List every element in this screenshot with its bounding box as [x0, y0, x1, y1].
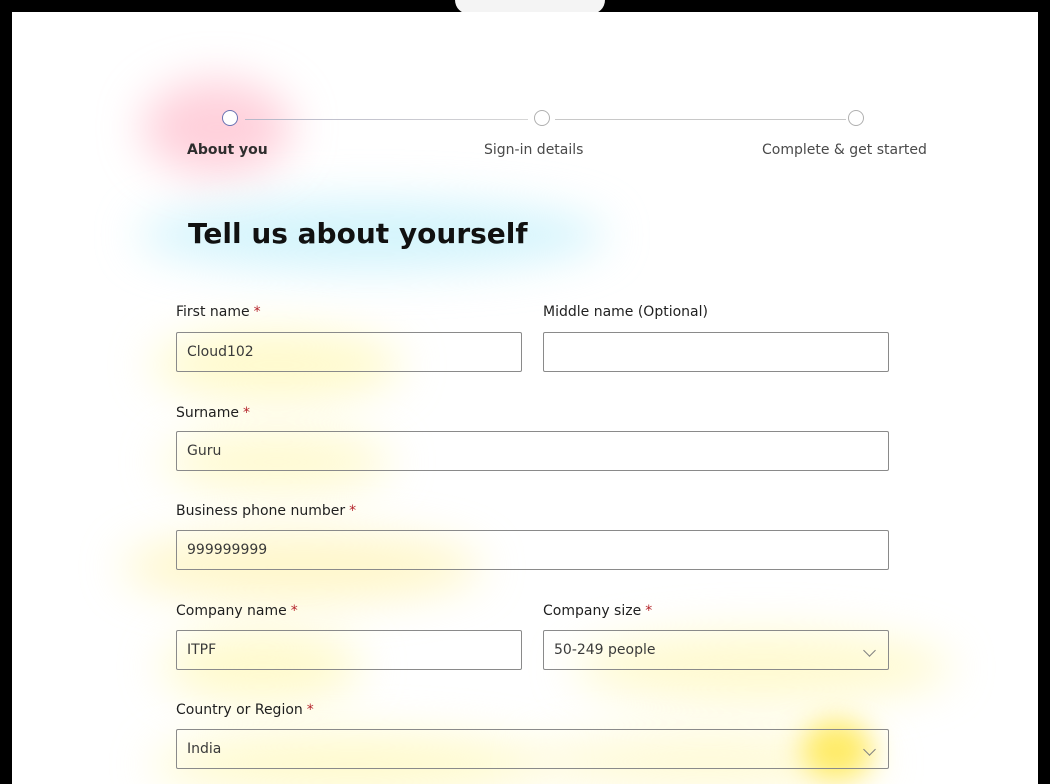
signup-page: About you Sign-in details Complete & get… [12, 12, 1038, 784]
middle-name-label-text: Middle name (Optional) [543, 304, 708, 320]
required-marker: * [645, 603, 653, 619]
step-connector [555, 119, 846, 120]
page-title: Tell us about yourself [188, 217, 528, 250]
country-value: India [187, 741, 222, 757]
company-name-input[interactable]: ITPF [176, 630, 522, 670]
middle-name-label: Middle name (Optional) [543, 304, 708, 320]
company-size-label: Company size * [543, 603, 652, 619]
country-label-text: Country or Region [176, 702, 303, 718]
step-circle-complete [848, 110, 864, 126]
phone-label: Business phone number * [176, 503, 356, 519]
surname-label: Surname * [176, 405, 250, 421]
progress-stepper: About you Sign-in details Complete & get… [12, 12, 1038, 172]
step-label-sign-in: Sign-in details [484, 142, 584, 158]
step-circle-sign-in [534, 110, 550, 126]
required-marker: * [349, 503, 357, 519]
first-name-value: Cloud102 [187, 344, 254, 360]
chevron-down-icon [863, 644, 876, 657]
middle-name-input[interactable] [543, 332, 889, 372]
phone-label-text: Business phone number [176, 503, 346, 519]
company-name-value: ITPF [187, 642, 217, 658]
step-connector [245, 119, 528, 120]
step-label-complete: Complete & get started [762, 142, 927, 158]
phone-input[interactable]: 999999999 [176, 530, 889, 570]
step-label-about-you: About you [187, 142, 268, 158]
first-name-input[interactable]: Cloud102 [176, 332, 522, 372]
first-name-label-text: First name [176, 304, 250, 320]
required-marker: * [253, 304, 261, 320]
company-size-select[interactable]: 50-249 people [543, 630, 889, 670]
surname-label-text: Surname [176, 405, 239, 421]
company-name-label: Company name * [176, 603, 298, 619]
country-label: Country or Region * [176, 702, 314, 718]
phone-value: 999999999 [187, 542, 268, 558]
company-name-label-text: Company name [176, 603, 287, 619]
step-circle-about-you [222, 110, 238, 126]
required-marker: * [290, 603, 298, 619]
company-size-label-text: Company size [543, 603, 642, 619]
surname-value: Guru [187, 443, 222, 459]
required-marker: * [242, 405, 250, 421]
first-name-label: First name * [176, 304, 261, 320]
country-select[interactable]: India [176, 729, 889, 769]
required-marker: * [306, 702, 314, 718]
chevron-down-icon [863, 743, 876, 756]
surname-input[interactable]: Guru [176, 431, 889, 471]
company-size-value: 50-249 people [554, 642, 656, 658]
